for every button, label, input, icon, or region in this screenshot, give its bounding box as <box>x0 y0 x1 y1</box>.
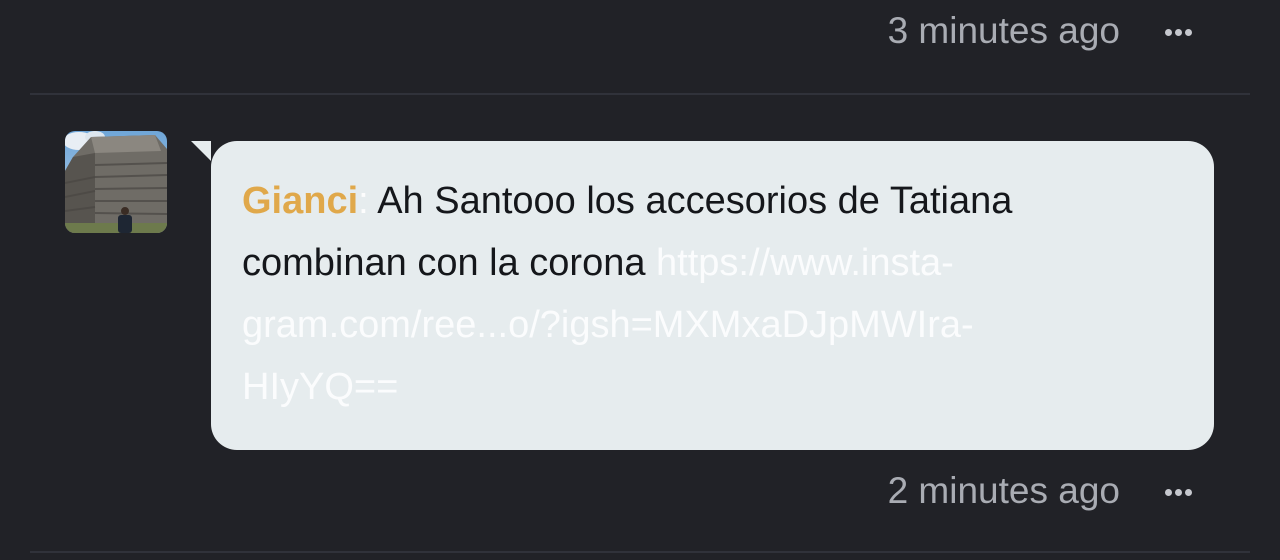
message-body: Gianci: Ah Santooo los accesorios de Tat… <box>242 170 1142 418</box>
more-options-button[interactable] <box>1160 14 1196 50</box>
author-separator: : <box>358 180 369 222</box>
bubble-tail <box>191 141 211 161</box>
ellipsis-dot <box>1184 488 1192 496</box>
ellipsis-dot <box>1164 28 1172 36</box>
author-name[interactable]: Gianci <box>242 180 358 222</box>
message-divider <box>30 551 1250 553</box>
ellipsis-dot <box>1164 488 1172 496</box>
link-line: gram.com/ree...o/?igsh=MXMxaDJpMWIra- <box>242 304 974 346</box>
message-bubble: Gianci: Ah Santooo los accesorios de Tat… <box>211 141 1214 450</box>
previous-message-meta: 3 minutes ago <box>0 0 1280 60</box>
link-line: https://www.insta- <box>656 242 954 284</box>
message-feed: 3 minutes ago Gianci: Ah Santooo los acc… <box>0 0 1280 560</box>
avatar[interactable] <box>65 131 167 233</box>
link-line: HIyYQ== <box>242 366 399 408</box>
message-divider <box>30 93 1250 95</box>
message-meta: 2 minutes ago <box>0 460 1280 520</box>
timestamp[interactable]: 3 minutes ago <box>888 8 1120 54</box>
ellipsis-dot <box>1184 28 1192 36</box>
ellipsis-dot <box>1174 488 1182 496</box>
avatar-image <box>65 131 167 233</box>
ellipsis-dot <box>1174 28 1182 36</box>
more-options-button[interactable] <box>1160 474 1196 510</box>
timestamp[interactable]: 2 minutes ago <box>888 468 1120 514</box>
